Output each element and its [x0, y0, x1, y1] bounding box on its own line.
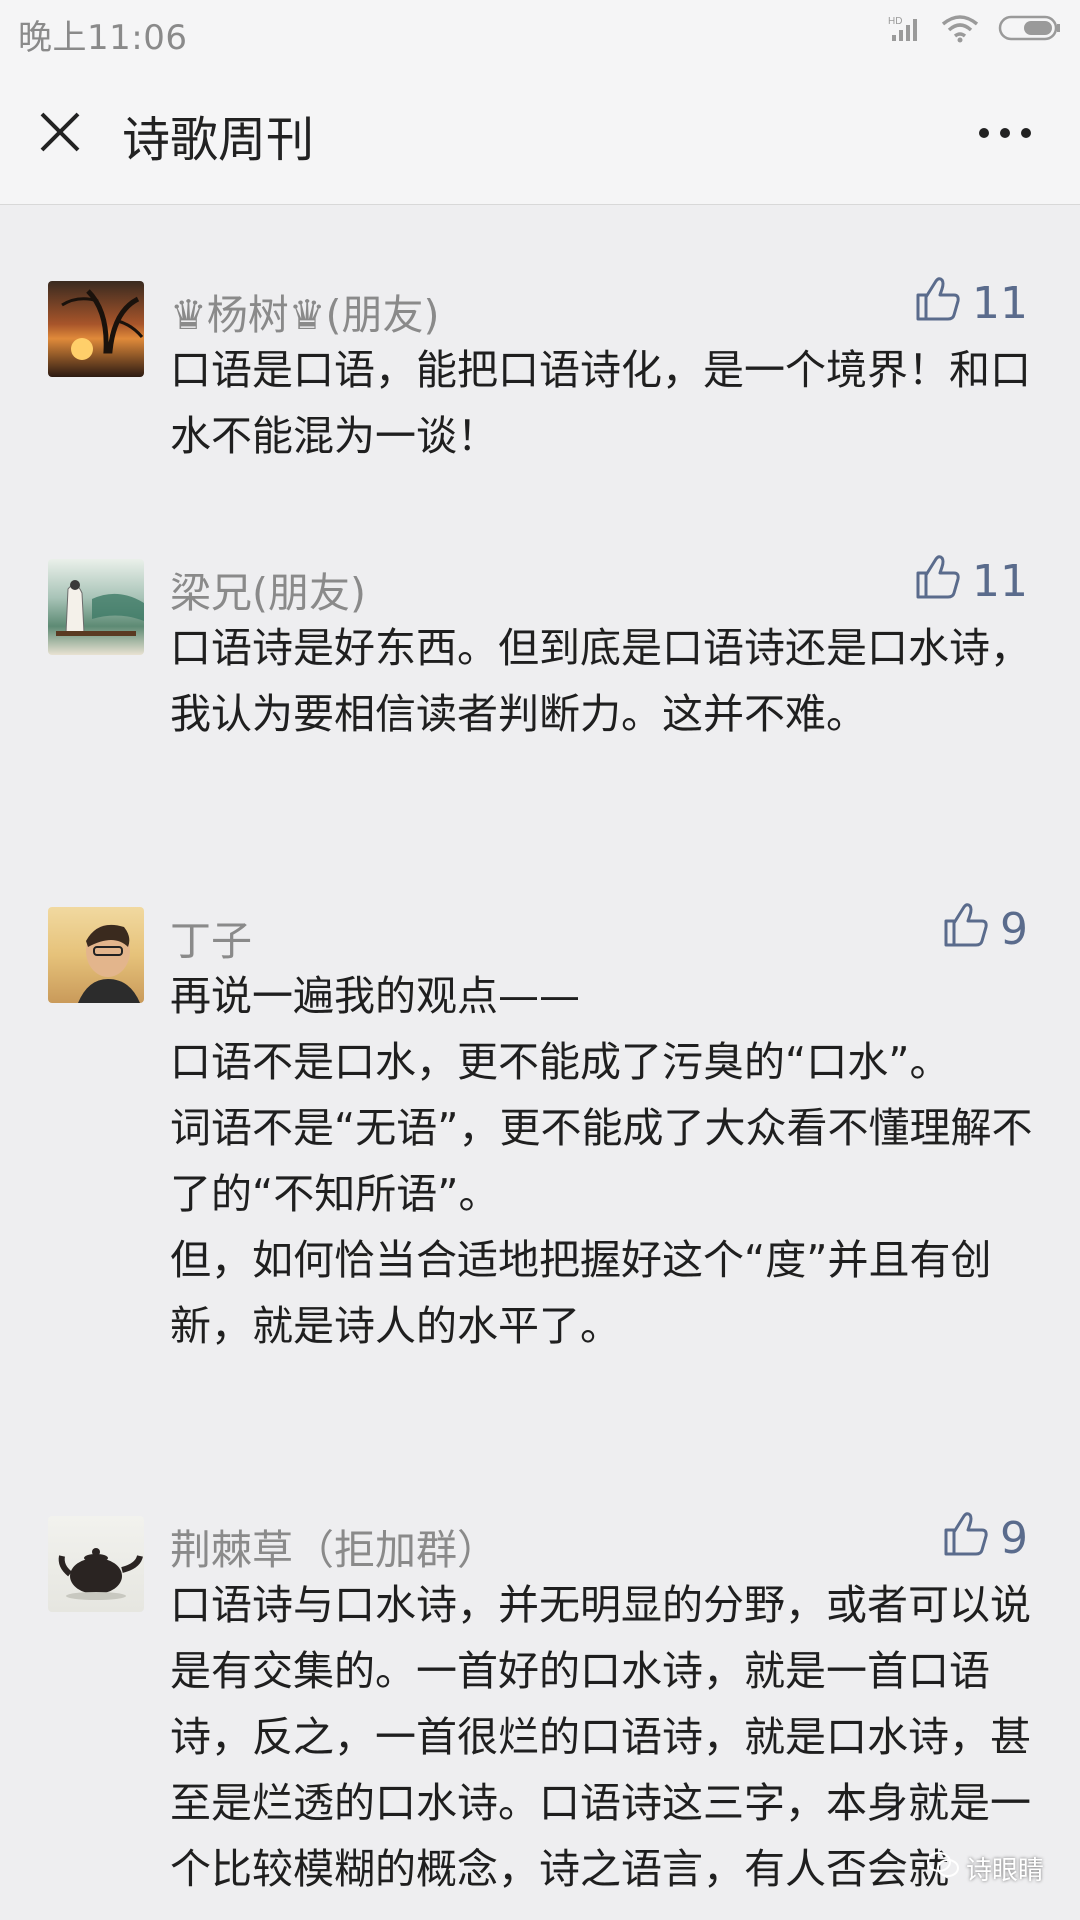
close-button[interactable]: [28, 102, 92, 166]
comment-line: 词语不是“无语”，更不能成了大众看不懂理解不了的“不知所语”。: [170, 1104, 1033, 1218]
battery-icon: [998, 13, 1062, 47]
comment-body: 口语是口语，能把口语诗化，是一个境界！和口水不能混为一谈！: [170, 337, 1040, 469]
like-button[interactable]: 9: [940, 1508, 1028, 1569]
watermark: 诗眼睛: [926, 1850, 1044, 1887]
thumbs-up-icon: [912, 551, 962, 612]
like-button[interactable]: 11: [912, 551, 1028, 612]
comment-line: 口语诗与口水诗，并无明显的分野，或者可以说是有交集的。一首好的口水诗，就是一首口…: [170, 1581, 1031, 1893]
avatar[interactable]: [48, 907, 144, 1003]
nav-bar: 诗歌周刊: [0, 62, 1080, 205]
comment-line: 口语诗是好东西。但到底是口语诗还是口水诗，我认为要相信读者判断力。这并不难。: [170, 624, 1031, 738]
like-button[interactable]: 9: [940, 899, 1028, 960]
status-bar: 晚上11:06 HD: [0, 0, 1080, 62]
watermark-text: 诗眼睛: [965, 1856, 1044, 1886]
status-time: 晚上11:06: [18, 18, 188, 58]
hd-signal-icon: HD: [888, 13, 922, 47]
comment-author[interactable]: 丁子: [170, 907, 252, 967]
avatar[interactable]: [48, 559, 144, 655]
thumbs-up-icon: [940, 899, 990, 960]
close-icon: [36, 108, 84, 160]
comment-body: 再说一遍我的观点—— 口语不是口水，更不能成了污臭的“口水”。 词语不是“无语”…: [170, 963, 1040, 1359]
like-count: 11: [972, 556, 1028, 607]
comment-line: 但，如何恰当合适地把握好这个“度”并且有创新，就是诗人的水平了。: [170, 1236, 992, 1350]
page-title: 诗歌周刊: [122, 112, 315, 168]
comment-author[interactable]: ♛杨树♛(朋友): [170, 281, 440, 341]
like-button[interactable]: 11: [912, 273, 1028, 334]
comment-author[interactable]: 荆棘草（拒加群）: [170, 1516, 498, 1576]
like-count: 9: [1000, 1513, 1028, 1564]
comment-line: 口语是口语，能把口语诗化，是一个境界！和口水不能混为一谈！: [170, 346, 1031, 460]
avatar[interactable]: [48, 1516, 144, 1612]
more-dots-icon: [977, 125, 1033, 144]
thumbs-up-icon: [912, 273, 962, 334]
avatar[interactable]: [48, 281, 144, 377]
wifi-icon: [940, 13, 980, 47]
like-count: 11: [972, 278, 1028, 329]
svg-text:HD: HD: [888, 16, 902, 27]
comment-body: 口语诗是好东西。但到底是口语诗还是口水诗，我认为要相信读者判断力。这并不难。: [170, 615, 1040, 747]
like-count: 9: [1000, 904, 1028, 955]
wechat-icon: [926, 1850, 960, 1887]
comment-author[interactable]: 梁兄(朋友): [170, 559, 366, 619]
comment-line: 再说一遍我的观点——: [170, 972, 580, 1020]
status-icons: HD: [888, 12, 1062, 48]
comment-body: 口语诗与口水诗，并无明显的分野，或者可以说是有交集的。一首好的口水诗，就是一首口…: [170, 1572, 1040, 1902]
comment-line: 口语不是口水，更不能成了污臭的“口水”。: [170, 1038, 951, 1086]
thumbs-up-icon: [940, 1508, 990, 1569]
more-button[interactable]: [970, 106, 1040, 162]
